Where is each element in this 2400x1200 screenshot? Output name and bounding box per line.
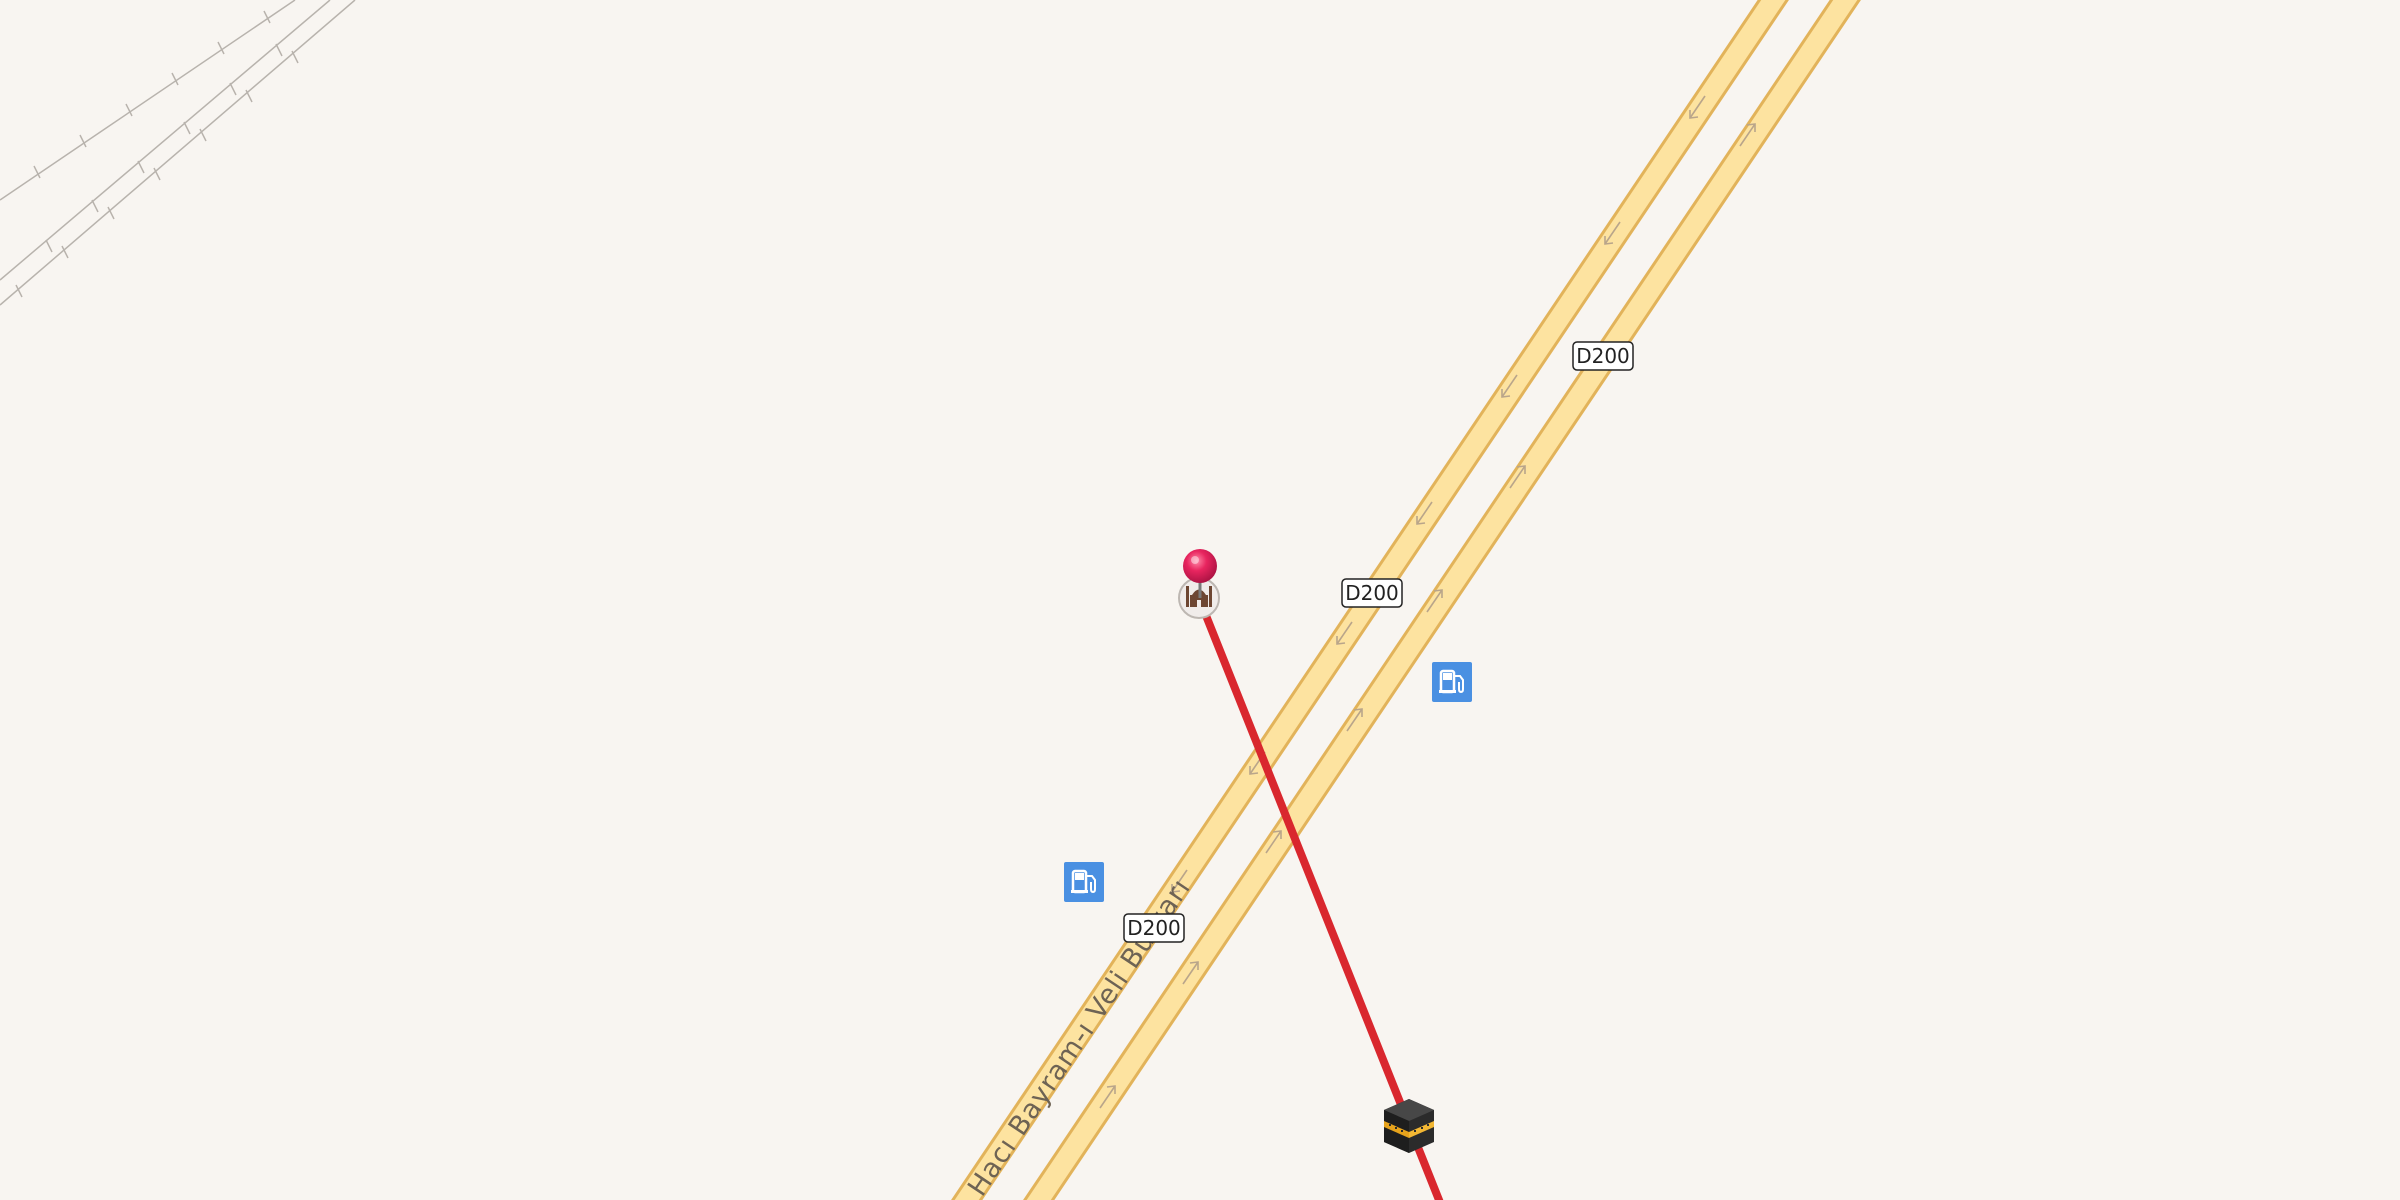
svg-text:D200: D200 <box>1345 581 1399 605</box>
road-shield-d200-top: D200 <box>1572 341 1634 371</box>
svg-text:D200: D200 <box>1576 344 1630 368</box>
kaaba-icon[interactable] <box>1384 1099 1434 1153</box>
road-shield-d200-middle: D200 <box>1341 578 1403 608</box>
svg-text:D200: D200 <box>1127 916 1181 940</box>
road-shield-d200-bottom: D200 <box>1123 913 1185 943</box>
fuel-station-icon[interactable] <box>1432 662 1472 702</box>
power-lines <box>0 0 356 306</box>
map-canvas[interactable]: Hacı Bayram-ı Veli Bulvarı D200 D200 D20… <box>0 0 2400 1200</box>
fuel-station-icon[interactable] <box>1064 862 1104 902</box>
